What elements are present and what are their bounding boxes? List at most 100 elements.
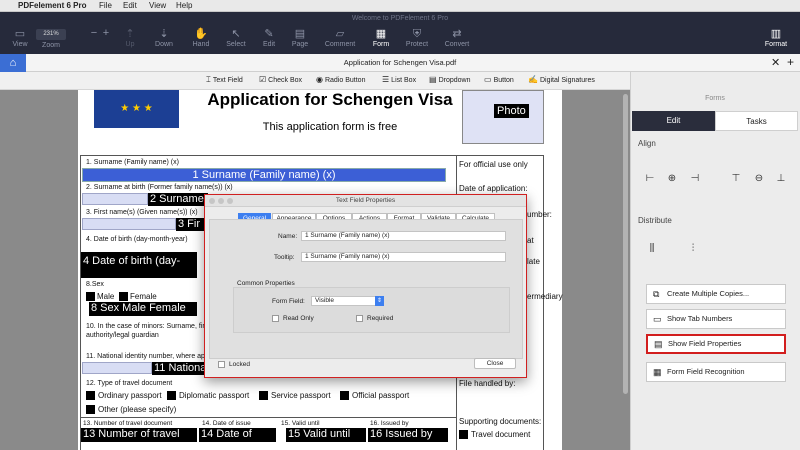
national-id-field[interactable]: 11 Nationa (152, 362, 206, 375)
page-button[interactable]: ▤ Page (280, 27, 320, 48)
female-option[interactable]: Female (119, 292, 157, 301)
down-button[interactable]: ⇣ Down (144, 27, 184, 48)
read-only-checkbox[interactable] (272, 315, 279, 322)
list-box-tool[interactable]: ☰ List Box (382, 75, 416, 84)
minors-label: 10. In the case of minors: Surname, fir (86, 323, 205, 330)
document-tab-bar: ⌂ Application for Schengen Visa.pdf ✕ + (0, 54, 800, 72)
align-right-icon[interactable]: ⊣ (689, 173, 701, 185)
checkbox-icon (459, 430, 468, 439)
menu-edit[interactable]: Edit (123, 0, 137, 12)
close-window-icon[interactable] (209, 198, 215, 204)
convert-icon: ⇄ (452, 28, 462, 40)
tooltip-input[interactable]: 1 Surname (Family name) (x) (301, 252, 506, 262)
date-of-issue-field[interactable]: 14 Date of (199, 428, 276, 442)
home-icon[interactable]: ⌂ (0, 54, 26, 72)
official-passport-option[interactable]: Official passport (340, 391, 409, 400)
surname-at-birth-label: 2. Surname at birth (Former family name(… (86, 184, 233, 191)
convert-button[interactable]: ⇄ Convert (437, 27, 477, 48)
menu-help[interactable]: Help (176, 0, 192, 12)
issued-by-label: 16. Issued by (370, 420, 409, 427)
scrollbar-thumb[interactable] (623, 94, 628, 394)
menu-file[interactable]: File (99, 0, 112, 12)
valid-until-field[interactable]: 15 Valid until (286, 428, 366, 442)
digital-signatures-tool[interactable]: ✍ Digital Signatures (528, 75, 595, 84)
radio-icon: ◉ (316, 75, 323, 84)
minimize-window-icon[interactable] (218, 198, 224, 204)
tab-tasks[interactable]: Tasks (715, 111, 798, 131)
radio-button-tool[interactable]: ◉ Radio Button (316, 75, 365, 84)
surname-field[interactable]: 1 Surname (Family name) (x) (82, 168, 446, 182)
photo-field[interactable]: Photo (494, 104, 529, 118)
valid-until-label: 15. Valid until (281, 420, 320, 427)
form-border (80, 155, 544, 156)
document-title: Application for Schengen Visa (207, 90, 453, 109)
locked-checkbox[interactable] (218, 361, 225, 368)
required-checkbox[interactable] (356, 315, 363, 322)
surname-at-birth-field[interactable]: 2 Surname (148, 193, 208, 206)
app-name[interactable]: PDFelement 6 Pro (18, 0, 86, 12)
align-middle-icon[interactable]: ⊖ (753, 173, 765, 185)
distribute-vertical-icon[interactable]: ⫶ (687, 243, 699, 255)
ordinary-passport-option[interactable]: Ordinary passport (86, 391, 162, 400)
align-left-icon[interactable]: ⊢ (644, 173, 656, 185)
button-icon: ▭ (484, 75, 492, 84)
tab-edit[interactable]: Edit (632, 111, 715, 131)
document-scrollbar[interactable] (620, 90, 630, 450)
name-input[interactable]: 1 Surname (Family name) (x) (301, 231, 506, 241)
distribute-horizontal-icon[interactable]: ⫼ (646, 243, 658, 255)
form-border (543, 155, 544, 450)
page-icon: ▤ (294, 28, 306, 40)
radio-icon (167, 391, 176, 400)
dropdown-tool[interactable]: ▤ Dropdown (429, 75, 470, 84)
protect-button[interactable]: ⛨ Protect (397, 27, 437, 48)
create-multiple-copies-button[interactable]: ⧉ Create Multiple Copies... (646, 284, 786, 304)
field-highlight (82, 362, 152, 374)
date-of-birth-field[interactable]: 4 Date of birth (day- (81, 252, 197, 278)
align-top-icon[interactable]: ⊤ (730, 173, 742, 185)
button-tool[interactable]: ▭ Button (484, 75, 514, 84)
align-label: Align (638, 139, 656, 148)
comment-icon: ▱ (335, 28, 345, 40)
diplomatic-passport-option[interactable]: Diplomatic passport (167, 391, 249, 400)
menu-view[interactable]: View (149, 0, 166, 12)
service-passport-option[interactable]: Service passport (259, 391, 331, 400)
align-center-h-icon[interactable]: ⊕ (666, 173, 678, 185)
travel-document-option[interactable]: Travel document (459, 430, 530, 439)
late-label: late (527, 257, 540, 266)
text-field-tool[interactable]: ⌶ Text Field (206, 75, 243, 85)
zoom-out-button[interactable]: − (88, 26, 100, 40)
add-tab-icon[interactable]: + (787, 55, 794, 69)
form-field-select[interactable]: Visible ⇕ (311, 296, 384, 306)
first-name-field[interactable]: 3 Fir (176, 218, 206, 231)
form-field-recognition-button[interactable]: ▦ Form Field Recognition (646, 362, 786, 382)
panel-title: Forms (705, 95, 725, 102)
comment-button[interactable]: ▱ Comment (320, 27, 360, 48)
hand-button[interactable]: ✋ Hand (181, 27, 221, 48)
file-handled-label: File handled by: (459, 379, 516, 388)
field-highlight (82, 218, 176, 230)
align-bottom-icon[interactable]: ⊥ (775, 173, 787, 185)
format-button[interactable]: ▥ Format (756, 27, 796, 48)
document-tab[interactable]: Application for Schengen Visa.pdf (300, 58, 500, 67)
radio-icon (86, 391, 95, 400)
zoom-select[interactable]: 231% (36, 29, 66, 40)
eu-flag-logo: ★ ★ ★ (94, 90, 179, 128)
male-option[interactable]: Male (86, 292, 114, 301)
other-option[interactable]: Other (please specify) (86, 405, 176, 414)
dialog-titlebar: Text Field Properties (205, 195, 526, 207)
distribute-label: Distribute (638, 216, 672, 225)
close-button[interactable]: Close (474, 358, 516, 369)
close-tab-icon[interactable]: ✕ (771, 56, 780, 69)
issued-by-field[interactable]: 16 Issued by (368, 428, 448, 442)
sex-field[interactable]: 8 Sex Male Female (89, 302, 197, 316)
show-tab-numbers-button[interactable]: ▭ Show Tab Numbers (646, 309, 786, 329)
travel-doc-number-field[interactable]: 13 Number of travel (81, 428, 197, 442)
sex-label: 8.Sex (86, 281, 104, 288)
date-of-issue-label: 14. Date of issue (202, 420, 251, 427)
copies-icon: ⧉ (653, 289, 660, 299)
show-field-properties-button[interactable]: ▤ Show Field Properties (646, 334, 786, 354)
zoom-window-icon[interactable] (227, 198, 233, 204)
form-button[interactable]: ▦ Form (361, 27, 401, 48)
check-box-tool[interactable]: ☑ Check Box (259, 75, 302, 84)
radio-icon (340, 391, 349, 400)
